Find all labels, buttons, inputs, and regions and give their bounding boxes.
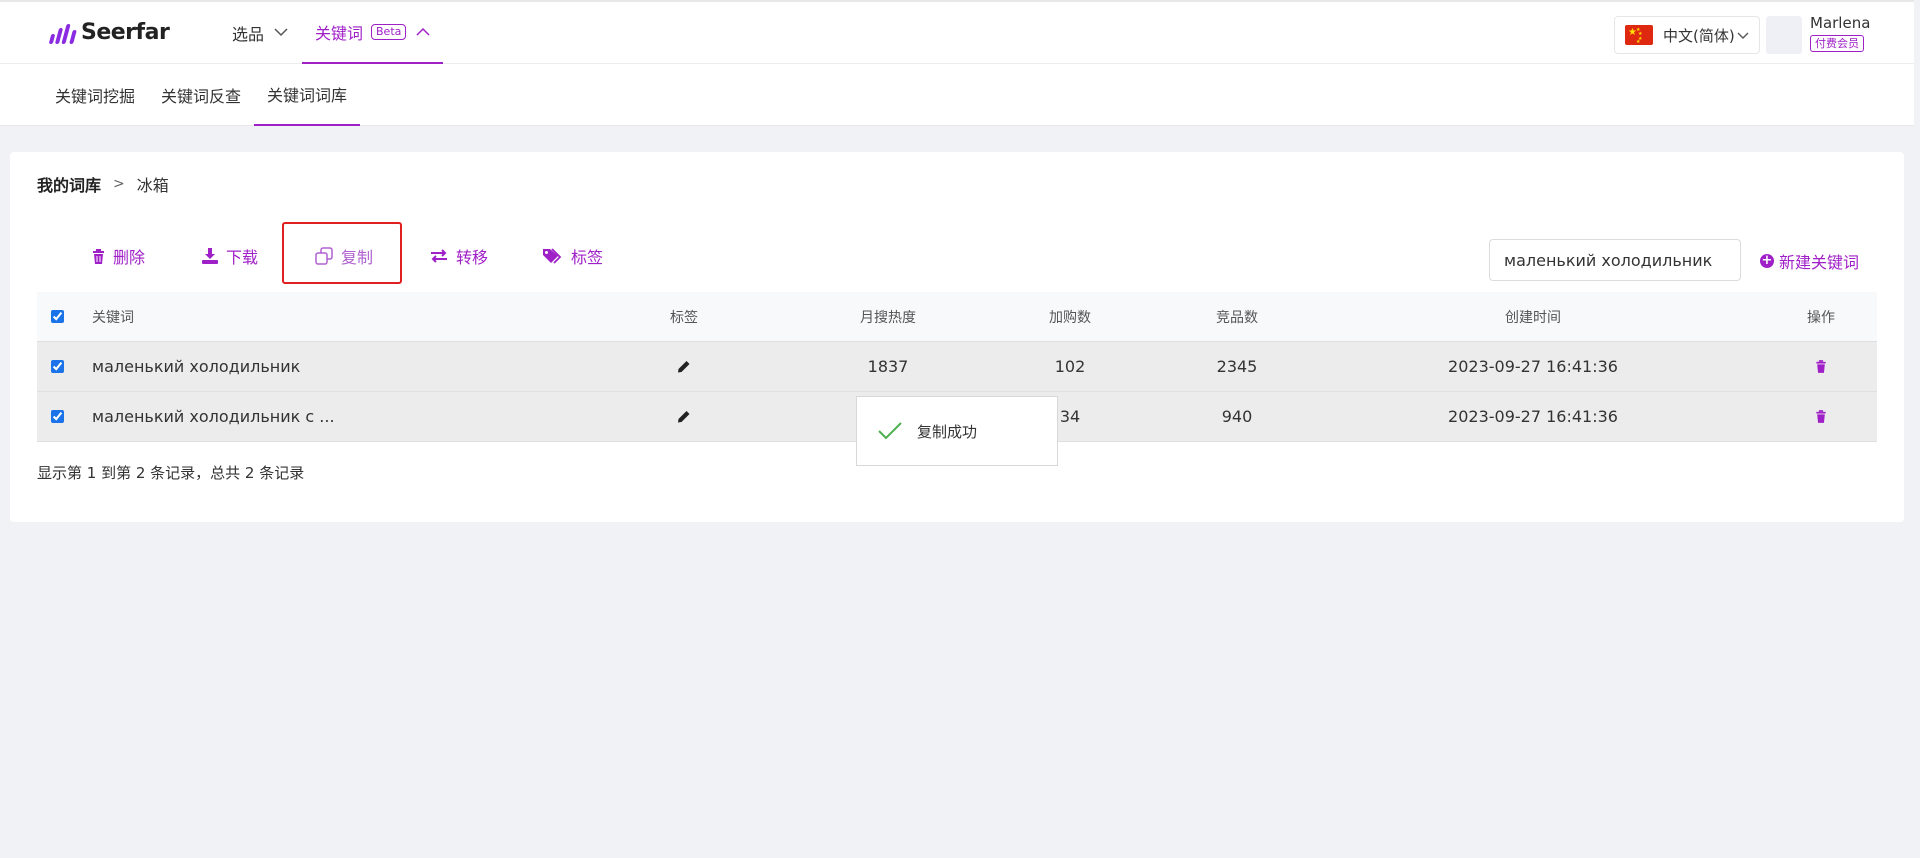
tab-keyword-reverse[interactable]: 关键词反查	[161, 64, 241, 126]
edit-tag-button[interactable]	[678, 342, 691, 391]
tab-label: 关键词词库	[267, 86, 348, 105]
beta-badge: Beta	[371, 24, 407, 40]
pagination-summary: 显示第 1 到第 2 条记录，总共 2 条记录	[37, 464, 305, 482]
nav-label: 关键词	[315, 24, 364, 43]
edit-tag-button[interactable]	[678, 392, 691, 441]
china-flag-icon: ★ ★ ★ ★ ★	[1625, 25, 1653, 45]
chevron-up-icon	[416, 24, 430, 40]
main-card: 我的词库 > 冰箱 删除 下载 复制 转移 标签 + 新建关键词 关键词 标签	[10, 152, 1904, 522]
select-all-checkbox[interactable]	[51, 310, 64, 323]
pencil-icon	[678, 361, 690, 373]
breadcrumb-current: 冰箱	[136, 176, 169, 195]
chevron-down-icon	[274, 25, 288, 41]
plus-circle-icon: +	[1760, 253, 1774, 268]
tab-keyword-library[interactable]: 关键词词库	[254, 64, 361, 126]
logo-icon	[48, 22, 77, 44]
created-cell: 2023-09-27 16:41:36	[1448, 357, 1618, 376]
header-actions: 操作	[1807, 309, 1835, 326]
tab-label: 关键词挖掘	[55, 87, 136, 106]
new-keyword-label: 新建关键词	[1779, 253, 1860, 272]
tab-keyword-mining[interactable]: 关键词挖掘	[55, 64, 135, 126]
row-delete-button[interactable]	[1816, 342, 1827, 391]
download-button[interactable]: 下载	[202, 244, 258, 268]
membership-badge: 付费会员	[1810, 35, 1864, 52]
breadcrumb-root[interactable]: 我的词库	[37, 172, 101, 196]
competitors-cell: 940	[1221, 407, 1253, 426]
language-label: 中文(简体)	[1663, 26, 1735, 45]
created-cell: 2023-09-27 16:41:36	[1448, 407, 1618, 426]
download-icon	[202, 248, 218, 264]
new-keyword-button[interactable]: + 新建关键词	[1760, 249, 1859, 273]
download-label: 下载	[226, 248, 259, 267]
header-keyword[interactable]: 关键词	[92, 292, 134, 341]
tags-icon	[543, 248, 562, 264]
header-cart-adds[interactable]: 加购数	[1049, 292, 1091, 341]
top-navbar: Seerfar 选品 关键词 Beta ★ ★ ★ ★ ★ 中文(简体) Mar…	[0, 0, 1914, 64]
cart-adds-cell: 102	[1054, 357, 1086, 376]
user-name[interactable]: Marlena	[1810, 14, 1870, 32]
brand-logo[interactable]: Seerfar	[48, 20, 170, 45]
monthly-heat-cell: 1837	[867, 357, 909, 376]
tab-label: 关键词反查	[161, 87, 242, 106]
brand-name: Seerfar	[81, 20, 170, 45]
header-competitors[interactable]: 竞品数	[1216, 292, 1258, 341]
trash-icon	[1816, 410, 1826, 423]
transfer-label: 转移	[456, 248, 489, 267]
copy-button-highlight	[282, 222, 402, 284]
delete-button[interactable]: 删除	[92, 244, 145, 268]
nav-keywords[interactable]: 关键词 Beta	[302, 2, 443, 64]
avatar[interactable]	[1766, 16, 1802, 54]
language-selector[interactable]: ★ ★ ★ ★ ★ 中文(简体)	[1614, 16, 1760, 54]
keyword-search-input[interactable]	[1489, 239, 1741, 281]
delete-label: 删除	[113, 248, 146, 267]
competitors-cell: 2345	[1216, 357, 1258, 376]
row-checkbox[interactable]	[51, 410, 64, 423]
keyword-cell: маленький холодильник	[92, 357, 301, 376]
nav-product-selection[interactable]: 选品	[232, 2, 288, 64]
swap-arrows-icon	[431, 249, 447, 263]
copy-success-toast: 复制成功	[856, 396, 1058, 466]
chevron-down-icon	[1737, 26, 1749, 44]
row-checkbox-cell	[51, 342, 64, 391]
header-tag[interactable]: 标签	[670, 292, 698, 341]
tag-label: 标签	[571, 248, 604, 267]
tag-button[interactable]: 标签	[543, 244, 603, 268]
table-header-row: 关键词 标签 月搜热度 加购数 竞品数 创建时间 操作	[37, 292, 1877, 342]
trash-icon	[1816, 360, 1826, 373]
row-checkbox-cell	[51, 392, 64, 441]
row-delete-button[interactable]	[1816, 392, 1827, 441]
pencil-icon	[678, 411, 690, 423]
header-created[interactable]: 创建时间	[1505, 292, 1561, 341]
check-icon	[878, 422, 902, 440]
transfer-button[interactable]: 转移	[430, 244, 488, 268]
select-all-checkbox-cell	[51, 292, 64, 341]
sub-navbar: 关键词挖掘 关键词反查 关键词词库	[0, 64, 1914, 126]
breadcrumb-separator: >	[113, 176, 125, 192]
toast-message: 复制成功	[917, 422, 978, 441]
cart-adds-cell: 34	[1059, 407, 1081, 426]
nav-label: 选品	[232, 25, 265, 44]
breadcrumb: 我的词库 > 冰箱	[37, 172, 169, 196]
row-checkbox[interactable]	[51, 360, 64, 373]
keyword-cell: маленький холодильник с ...	[92, 407, 335, 426]
trash-icon	[93, 248, 104, 264]
table-row: маленький холодильник 1837 102 2345 2023…	[37, 342, 1877, 392]
header-monthly-heat[interactable]: 月搜热度	[860, 292, 916, 341]
